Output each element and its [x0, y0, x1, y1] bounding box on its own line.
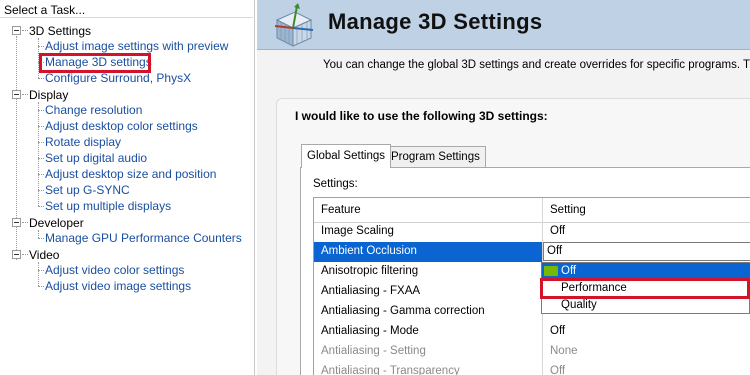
highlight-box-performance [540, 278, 750, 299]
feature-cell: Antialiasing - FXAA [321, 285, 421, 297]
option-label: Quality [561, 299, 597, 311]
setting-cell: Off [550, 225, 566, 237]
dropdown-value: Off [547, 245, 563, 257]
tree-connector [22, 254, 28, 255]
nvidia-recommended-icon [544, 266, 558, 276]
column-header-setting[interactable]: Setting [550, 204, 586, 216]
category-3d-settings[interactable]: 3D Settings [29, 24, 91, 38]
highlight-box-manage-3d [39, 53, 151, 73]
table-row[interactable]: Antialiasing - Transparency Off [314, 362, 750, 375]
tree-connector [22, 30, 28, 31]
tree-connector [38, 206, 44, 207]
task-rotate-display[interactable]: Rotate display [45, 135, 121, 149]
column-header-feature[interactable]: Feature [321, 204, 361, 216]
content-area: Manage 3D Settings You can change the gl… [257, 0, 750, 375]
tab-global-settings[interactable]: Global Settings [301, 144, 391, 168]
feature-cell: Ambient Occlusion [321, 245, 417, 257]
category-video[interactable]: Video [29, 248, 59, 262]
table-header: Feature Setting [314, 198, 750, 223]
setting-cell: Off [550, 365, 566, 375]
page-title: Manage 3D Settings [328, 9, 543, 34]
feature-cell: Anisotropic filtering [321, 265, 419, 277]
settings-label: Settings: [313, 178, 358, 190]
task-set-up-multiple-displays[interactable]: Set up multiple displays [45, 199, 171, 213]
task-manage-gpu-counters[interactable]: Manage GPU Performance Counters [45, 231, 242, 245]
tree-connector [38, 158, 44, 159]
task-adjust-video-color[interactable]: Adjust video color settings [45, 263, 184, 277]
tree-connector [22, 94, 28, 95]
setting-dropdown[interactable]: Off [543, 242, 750, 261]
table-row[interactable]: Antialiasing - Mode Off [314, 322, 750, 342]
tree-connector [22, 222, 28, 223]
tree-connector [38, 46, 44, 47]
tree-connector [38, 190, 44, 191]
3d-cube-icon [267, 2, 319, 48]
setting-cell: Off [550, 325, 566, 337]
table-row[interactable]: Antialiasing - Setting None [314, 342, 750, 362]
feature-cell: Antialiasing - Transparency [321, 365, 460, 375]
collapse-toggle-icon[interactable] [12, 26, 21, 35]
option-label: Off [561, 265, 577, 277]
table-row-selected[interactable]: Ambient Occlusion Off [314, 242, 750, 262]
tree-connector [38, 286, 44, 287]
collapse-toggle-icon[interactable] [12, 218, 21, 227]
tree-connector [38, 174, 44, 175]
task-set-up-digital-audio[interactable]: Set up digital audio [45, 151, 147, 165]
panel-title: I would like to use the following 3D set… [295, 109, 548, 123]
collapse-toggle-icon[interactable] [12, 90, 21, 99]
task-adjust-image-settings[interactable]: Adjust image settings with preview [45, 39, 228, 53]
task-adjust-desktop-size[interactable]: Adjust desktop size and position [45, 167, 216, 181]
tree-connector [38, 78, 44, 79]
task-pane: Select a Task... 3D Settings Adjust imag… [0, 0, 255, 375]
task-change-resolution[interactable]: Change resolution [45, 103, 142, 117]
task-set-up-g-sync[interactable]: Set up G-SYNC [45, 183, 130, 197]
feature-cell: Antialiasing - Gamma correction [321, 305, 485, 317]
task-adjust-desktop-color[interactable]: Adjust desktop color settings [45, 119, 198, 133]
page-description: You can change the global 3D settings an… [323, 59, 750, 71]
tree-connector [38, 126, 44, 127]
feature-cell: Antialiasing - Setting [321, 345, 426, 357]
tree-connector [38, 110, 44, 111]
dropdown-option-quality[interactable]: Quality [542, 297, 750, 314]
setting-cell: None [550, 345, 578, 357]
category-display[interactable]: Display [29, 88, 68, 102]
table-row[interactable]: Image Scaling Off [314, 222, 750, 242]
task-configure-surround[interactable]: Configure Surround, PhysX [45, 71, 191, 85]
tree-connector [38, 142, 44, 143]
category-developer[interactable]: Developer [29, 216, 84, 230]
tree-connector [38, 238, 44, 239]
feature-cell: Image Scaling [321, 225, 394, 237]
collapse-toggle-icon[interactable] [12, 250, 21, 259]
tree-branch-video [38, 262, 39, 286]
tree-connector [38, 270, 44, 271]
tab-program-settings[interactable]: Program Settings [385, 146, 486, 167]
tree-branch-developer [38, 230, 39, 238]
feature-cell: Antialiasing - Mode [321, 325, 419, 337]
page-banner: Manage 3D Settings [257, 0, 750, 50]
task-adjust-video-image[interactable]: Adjust video image settings [45, 279, 191, 293]
